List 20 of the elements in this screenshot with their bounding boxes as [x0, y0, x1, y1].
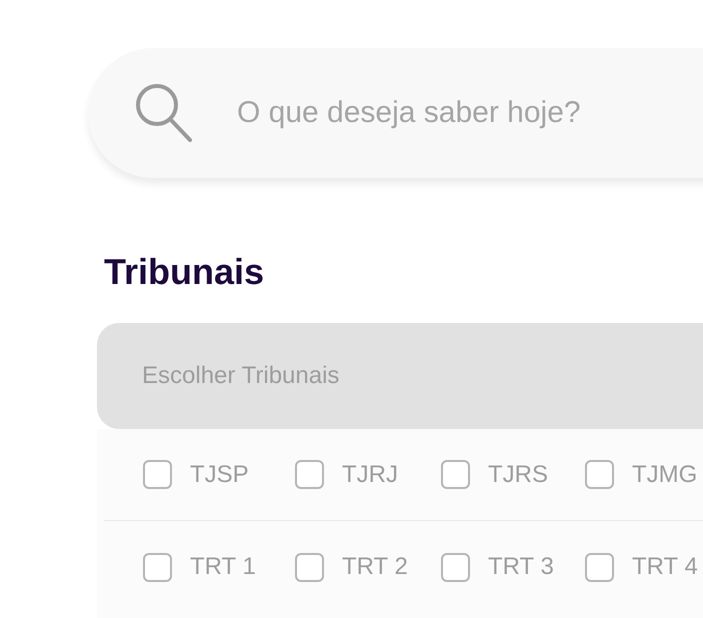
checkbox[interactable]: [585, 552, 614, 582]
option-label: TJRS: [488, 460, 548, 490]
option-label: TJRJ: [342, 460, 398, 490]
dropdown-header[interactable]: Escolher Tribunais: [97, 323, 703, 429]
search-icon: [135, 83, 193, 143]
checkbox[interactable]: [295, 552, 324, 582]
checkbox[interactable]: [441, 552, 470, 582]
section-title: Tribunais: [104, 250, 264, 294]
checkbox[interactable]: [143, 460, 172, 489]
search-field[interactable]: O que deseja saber hoje?: [88, 48, 703, 178]
option-label: TRT 2: [342, 552, 408, 582]
option-label: TRT 1: [190, 552, 256, 582]
checkbox[interactable]: [585, 460, 614, 489]
checkbox[interactable]: [295, 460, 324, 489]
option-label: TJSP: [190, 460, 249, 490]
option-label: TRT 4: [632, 552, 698, 582]
option-label: TRT 3: [488, 552, 554, 582]
option-label: TJMG: [632, 460, 698, 490]
checkbox[interactable]: [143, 552, 172, 582]
checkbox[interactable]: [441, 460, 470, 489]
